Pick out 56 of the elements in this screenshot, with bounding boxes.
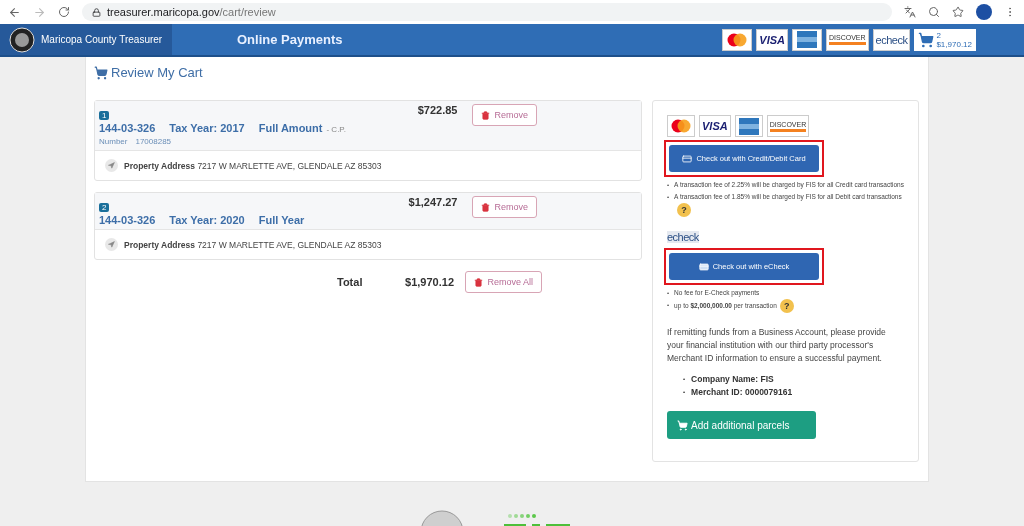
mastercard-logo	[722, 28, 753, 51]
echeck-logo: echeck	[872, 28, 911, 51]
total-amount: $1,970.12	[405, 276, 455, 288]
add-parcels-button[interactable]: Add additional parcels	[667, 411, 816, 439]
total-label: Total	[337, 276, 364, 288]
property-address: Property Address 7217 W MARLETTE AVE, GLENDALE AZ 85303	[124, 239, 382, 250]
cart-summary[interactable]: 2 $1,970.12	[914, 28, 976, 51]
help-icon[interactable]: ?	[779, 299, 794, 313]
trash-icon	[481, 110, 491, 120]
profile-avatar-icon[interactable]	[976, 4, 992, 20]
tax-year: Tax Year: 2020	[169, 214, 245, 226]
parcel-number[interactable]: 144-03-326	[99, 214, 156, 226]
location-arrow-icon	[105, 238, 118, 251]
back-icon[interactable]	[8, 5, 21, 19]
amex-logo	[734, 115, 763, 137]
reload-icon[interactable]	[58, 6, 70, 18]
address-bar[interactable]: treasurer.maricopa.gov/cart/review	[82, 3, 892, 21]
check-card-icon	[698, 261, 709, 272]
trash-icon	[481, 202, 491, 212]
number-label: Number	[99, 137, 128, 146]
parcel-number[interactable]: 144-03-326	[99, 122, 156, 134]
cart-heading: Review My Cart	[111, 65, 203, 80]
business-account-note: If remitting funds from a Business Account, please provide your financial institution with our third party processor's Merchant ID information to ensure a successful payment.	[667, 326, 887, 365]
tax-year: Tax Year: 2017	[169, 122, 245, 134]
visa-logo: VISA	[756, 28, 788, 51]
help-icon[interactable]: ?	[677, 203, 692, 217]
security-seal-icon	[420, 510, 464, 526]
county-seal-icon	[9, 26, 35, 53]
item-number-badge: 2	[99, 203, 110, 212]
merchant-info: Company Name: FIS	[691, 373, 774, 386]
cart-icon	[918, 31, 935, 48]
mastercard-logo	[667, 115, 695, 137]
bookmark-star-icon[interactable]	[952, 6, 964, 18]
remove-button[interactable]: Remove	[472, 104, 537, 126]
item-number-badge: 1	[99, 111, 110, 120]
payment-type: Full Year	[258, 214, 305, 226]
cart-icon	[94, 65, 108, 80]
translate-icon[interactable]	[904, 6, 916, 18]
merchant-info: Merchant ID: 0000079161	[691, 386, 793, 399]
remove-button[interactable]: Remove	[472, 196, 537, 218]
credit-card-icon	[682, 153, 693, 164]
echeck-logo: echeck	[667, 231, 699, 243]
payment-suffix: - C.P.	[326, 125, 346, 134]
amex-logo	[792, 28, 822, 51]
zoom-icon[interactable]	[928, 6, 940, 18]
number-value: 17008285	[135, 137, 172, 146]
item-amount: $722.85	[417, 104, 458, 118]
remove-all-button[interactable]: Remove All	[465, 271, 542, 293]
visa-logo: VISA	[699, 115, 731, 137]
payment-type: Full Amount	[258, 122, 323, 134]
cart-icon	[677, 419, 688, 431]
trash-icon	[474, 277, 484, 287]
location-arrow-icon	[105, 159, 118, 172]
item-amount: $1,247.27	[408, 196, 458, 210]
page-header-title: Online Payments	[237, 32, 344, 47]
property-address: Property Address 7217 W MARLETTE AVE, GLENDALE AZ 85303	[124, 160, 382, 171]
